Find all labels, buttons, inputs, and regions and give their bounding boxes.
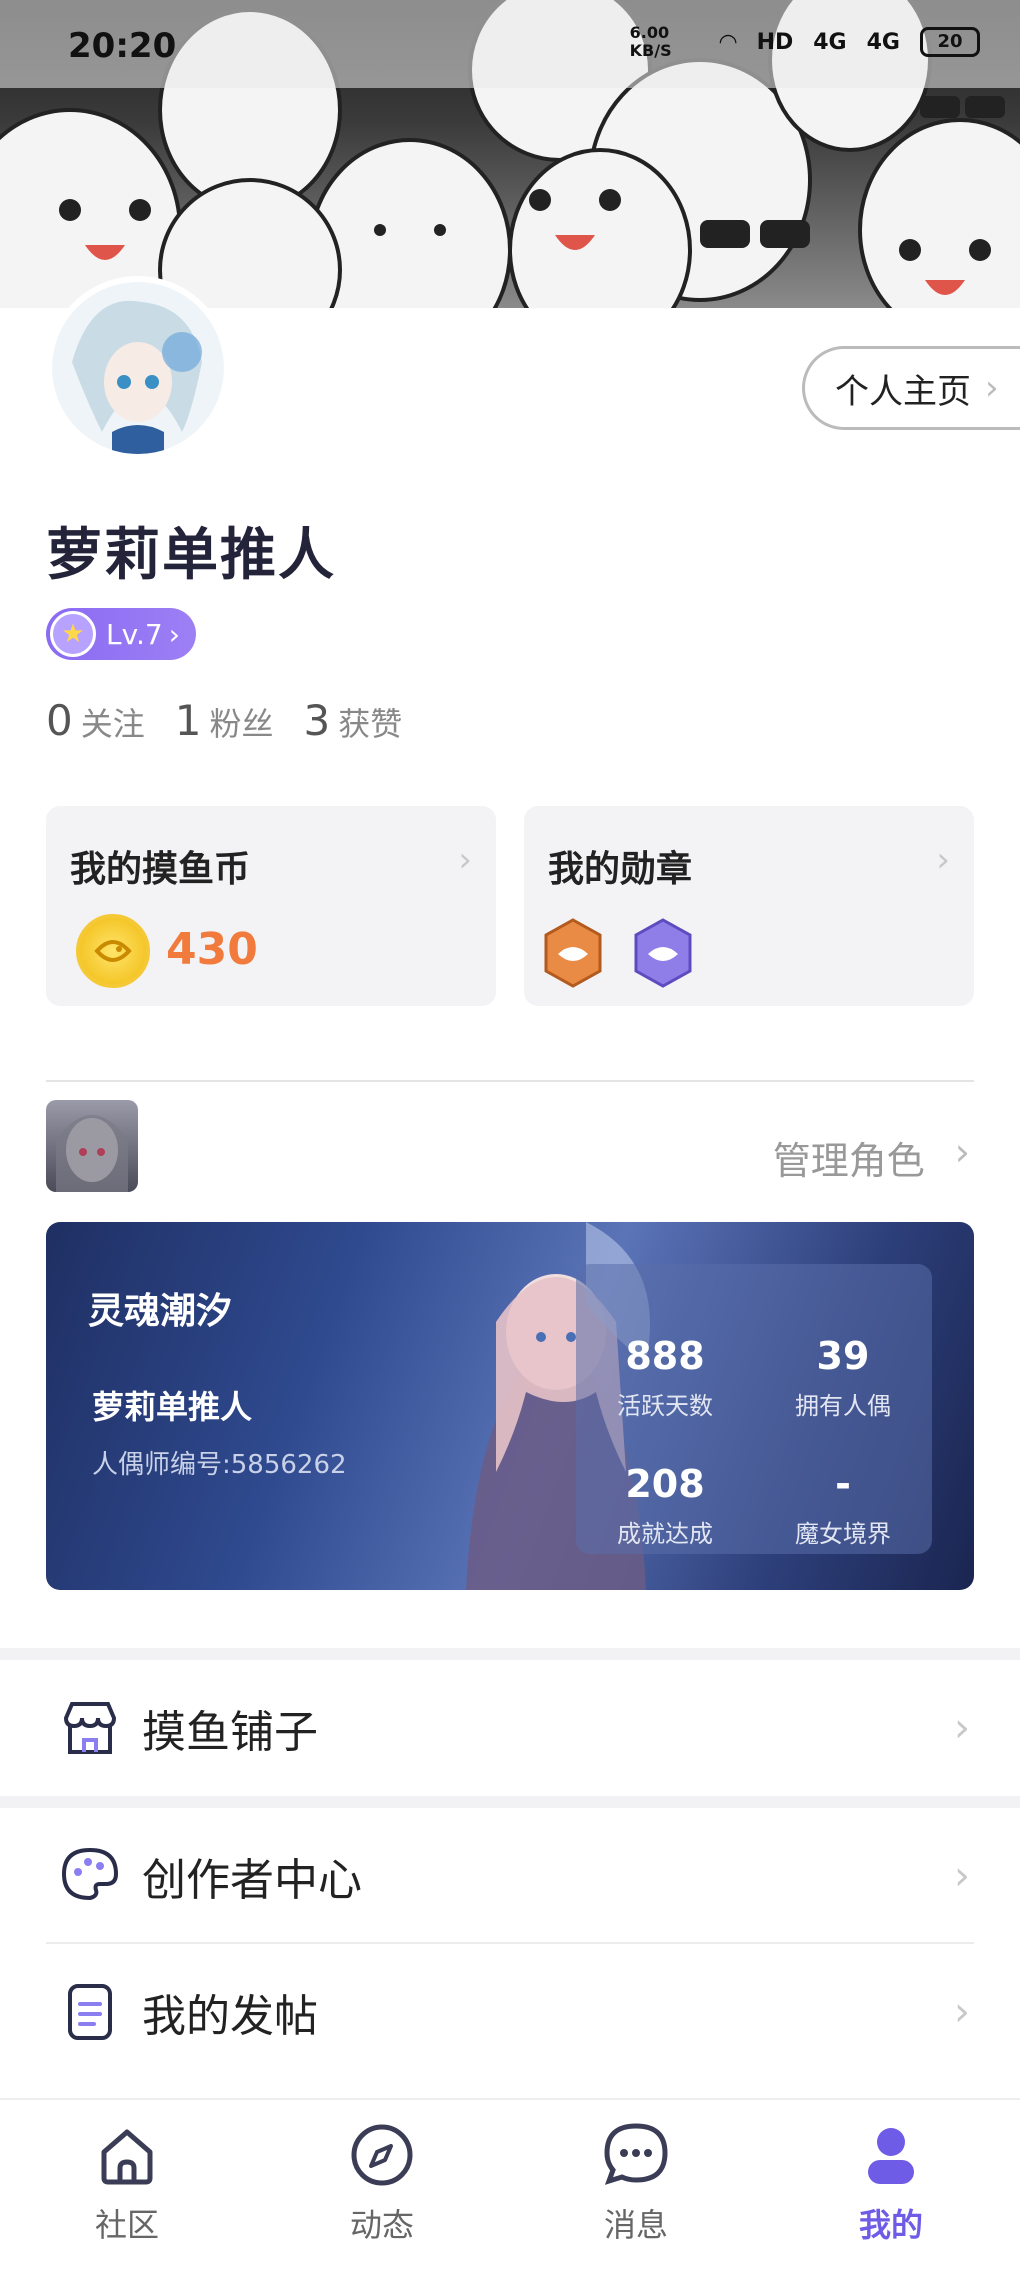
chevron-right-icon: › <box>936 840 950 880</box>
document-icon <box>68 1984 112 2040</box>
chevron-right-icon: › <box>954 1130 970 1174</box>
hd-icon: HD <box>756 29 794 55</box>
chevron-right-icon: › <box>954 1705 970 1751</box>
home-icon <box>101 2129 153 2185</box>
menu-item-creator-center[interactable]: 创作者中心 › <box>0 1808 1020 1944</box>
profile-icon <box>868 2128 914 2184</box>
level-badge[interactable]: ★ Lv.7 › <box>46 608 196 660</box>
personal-homepage-button[interactable]: 个人主页 › <box>802 346 1020 430</box>
username: 萝莉单推人 <box>46 523 336 588</box>
tab-community-label: 社区 <box>94 2206 159 2244</box>
chevron-right-icon: › <box>985 368 999 408</box>
role-stats-panel: 888 活跃天数 39 拥有人偶 208 成就达成 - 魔女境界 <box>576 1264 932 1554</box>
stat-witch-realm: - 魔女境界 <box>795 1462 891 1548</box>
net-speed: 6.00 KB/S <box>629 23 672 60</box>
battery-icon: 20 <box>920 27 980 57</box>
coins-card[interactable]: 我的摸鱼币 › 430 <box>46 806 496 1006</box>
chevron-right-icon: › <box>458 840 472 880</box>
level-label: Lv.7 <box>106 617 163 651</box>
menu-item-shop[interactable]: 摸鱼铺子 › <box>0 1660 1020 1796</box>
my-posts-label: 我的发帖 <box>142 1991 318 2042</box>
purple-medal-icon <box>634 918 692 988</box>
avatar[interactable] <box>46 276 230 460</box>
bottom-tab-bar: 社区 动态 消息 我的 <box>0 2098 1020 2274</box>
shop-icon <box>63 1702 117 1754</box>
signal-icon-2: 4G <box>866 29 900 55</box>
tab-feed[interactable]: 动态 <box>312 2120 452 2246</box>
palette-icon <box>61 1847 119 1901</box>
tab-messages-label: 消息 <box>603 2206 668 2244</box>
stat-achievements: 208 成就达成 <box>617 1462 713 1548</box>
medals-card[interactable]: 我的勋章 › <box>524 806 974 1006</box>
coins-title: 我的摸鱼币 <box>70 849 251 890</box>
status-time: 20:20 <box>68 26 177 66</box>
chevron-right-icon: › <box>168 617 180 651</box>
coins-value: 430 <box>166 924 258 975</box>
fish-coin-icon <box>76 914 150 988</box>
status-bar: 20:20 6.00 KB/S ◠ HD 4G 4G 20 <box>0 0 1020 88</box>
section-separator <box>0 1796 1020 1808</box>
shop-label: 摸鱼铺子 <box>142 1707 318 1758</box>
signal-icon: 4G <box>813 29 847 55</box>
tab-me-label: 我的 <box>858 2206 923 2244</box>
role-id: 人偶师编号:5856262 <box>92 1450 347 1480</box>
manage-roles-label: 管理角色 <box>772 1139 925 1183</box>
compass-icon <box>351 2124 413 2186</box>
star-icon: ★ <box>50 611 96 657</box>
chevron-right-icon: › <box>954 1853 970 1899</box>
server-name: 灵魂潮汐 <box>88 1291 233 1332</box>
stat-dolls-owned: 39 拥有人偶 <box>795 1334 891 1420</box>
likes-stat[interactable]: 3 获赞 <box>304 696 403 745</box>
medals-title: 我的勋章 <box>548 849 693 890</box>
followers-stat[interactable]: 1 粉丝 <box>175 696 274 745</box>
role-name: 萝莉单推人 <box>92 1388 253 1426</box>
tab-community[interactable]: 社区 <box>57 2120 197 2246</box>
social-stats: 0 关注 1 粉丝 3 获赞 <box>46 696 402 745</box>
wifi-icon: ◠ <box>719 29 737 55</box>
stat-active-days: 888 活跃天数 <box>617 1334 713 1420</box>
following-stat[interactable]: 0 关注 <box>46 696 145 745</box>
status-icons: 6.00 KB/S ◠ HD 4G 4G 20 <box>630 24 980 60</box>
creator-center-label: 创作者中心 <box>142 1855 362 1906</box>
chat-icon <box>604 2123 668 2185</box>
role-avatar[interactable] <box>46 1100 138 1192</box>
tab-messages[interactable]: 消息 <box>566 2120 706 2246</box>
section-separator <box>0 1648 1020 1660</box>
bronze-medal-icon <box>544 918 602 988</box>
chevron-right-icon: › <box>954 1989 970 2035</box>
tab-me[interactable]: 我的 <box>821 2120 961 2246</box>
profile-page: 20:20 6.00 KB/S ◠ HD 4G 4G 20 个人主页 › 萝莉单… <box>0 0 1020 2274</box>
home-button-label: 个人主页 <box>835 371 971 412</box>
profile-banner: 20:20 6.00 KB/S ◠ HD 4G 4G 20 <box>0 0 1020 308</box>
section-divider <box>46 1080 974 1082</box>
manage-roles-link[interactable]: 管理角色 › <box>773 1130 970 1185</box>
menu-item-my-posts[interactable]: 我的发帖 › <box>0 1944 1020 2080</box>
tab-feed-label: 动态 <box>349 2206 414 2244</box>
role-card[interactable]: 灵魂潮汐 萝莉单推人 人偶师编号:5856262 888 活跃天数 39 拥有人偶 … <box>46 1222 974 1590</box>
